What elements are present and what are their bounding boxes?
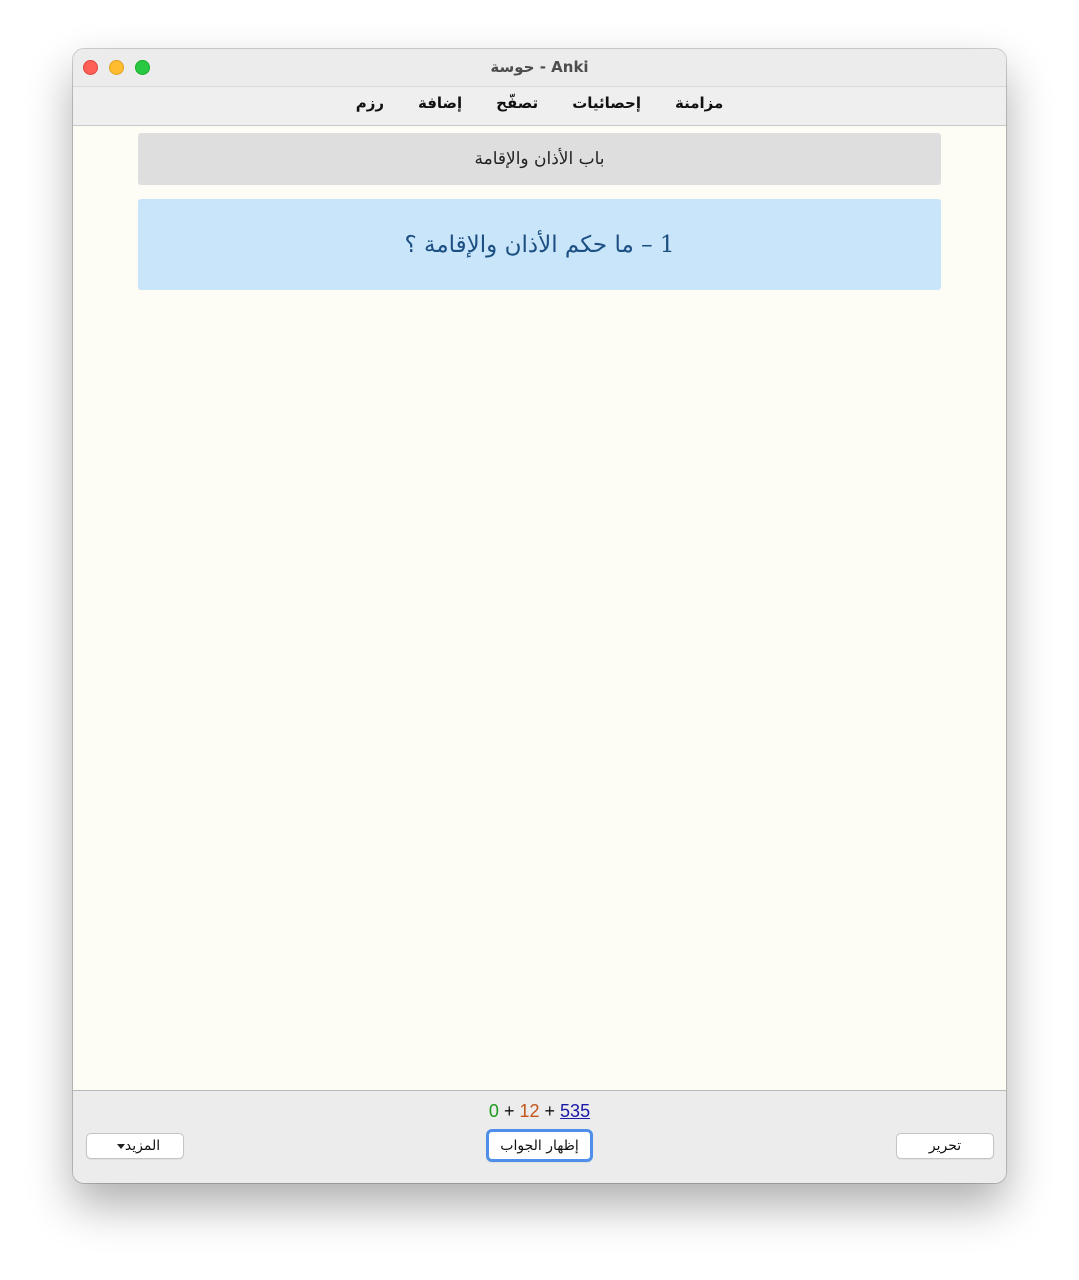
window-title: حوسة - Anki — [490, 58, 589, 76]
plus-sign: + — [544, 1101, 556, 1121]
more-button-label: المزيد — [124, 1138, 161, 1154]
review-bottom-bar: 0 + 12 + 535 المزيد إظهار الجواب تحرير — [73, 1090, 1006, 1183]
review-count[interactable]: 535 — [560, 1101, 590, 1121]
anki-window: حوسة - Anki رزم إضافة تصفّح إحصائيات مزا… — [73, 49, 1006, 1183]
menu-sync[interactable]: مزامنة — [675, 94, 723, 112]
new-count: 0 — [488, 1101, 499, 1121]
title-bar[interactable]: حوسة - Anki — [73, 49, 1006, 87]
card-question: 1 – ما حكم الأذان والإقامة ؟ — [138, 199, 941, 290]
card-deck-header: باب الأذان والإقامة — [138, 133, 941, 185]
more-button[interactable]: المزيد — [86, 1133, 184, 1159]
caret-down-icon — [116, 1143, 125, 1149]
menu-add[interactable]: إضافة — [418, 94, 462, 112]
main-menubar: رزم إضافة تصفّح إحصائيات مزامنة — [73, 87, 1006, 126]
learn-count: 12 — [519, 1101, 540, 1121]
show-answer-button[interactable]: إظهار الجواب — [486, 1129, 593, 1162]
menu-browse[interactable]: تصفّح — [496, 94, 538, 112]
due-counts: 0 + 12 + 535 — [73, 1101, 1006, 1122]
plus-sign: + — [503, 1101, 515, 1121]
question-text: 1 – ما حكم الأذان والإقامة ؟ — [404, 231, 675, 258]
menu-stats[interactable]: إحصائيات — [572, 94, 641, 112]
edit-button-label: تحرير — [928, 1138, 962, 1154]
edit-button[interactable]: تحرير — [896, 1133, 994, 1159]
menu-decks[interactable]: رزم — [356, 94, 384, 112]
show-answer-label: إظهار الجواب — [500, 1137, 579, 1154]
review-area: باب الأذان والإقامة 1 – ما حكم الأذان وا… — [73, 126, 1006, 1090]
